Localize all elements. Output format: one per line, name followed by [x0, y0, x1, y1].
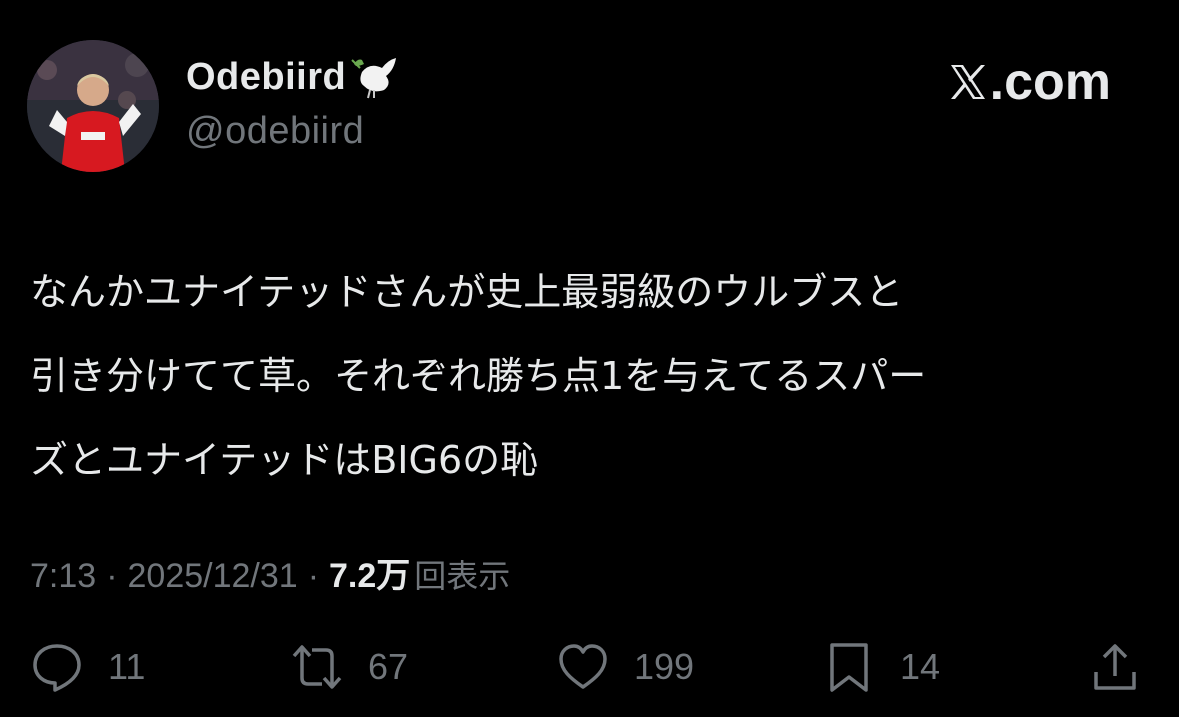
avatar-photo: [27, 40, 159, 172]
tweet-date[interactable]: 2025/12/31: [128, 557, 298, 596]
tweet-meta: 7:13 · 2025/12/31 · 7.2万 回表示: [30, 548, 510, 597]
bookmark-icon: [830, 643, 868, 692]
tweet-text: なんかユナイテッドさんが史上最弱級のウルブスと 引き分けてて草。それぞれ勝ち点1…: [30, 270, 927, 482]
like-count: 199: [634, 646, 695, 687]
dove-with-olive-branch-icon: [348, 54, 400, 100]
tweet-time[interactable]: 7:13: [30, 557, 96, 596]
retweet-icon: [292, 645, 342, 689]
author-name-text: Odebiird: [186, 55, 347, 98]
bookmark-count: 14: [900, 646, 941, 687]
meta-separator: ·: [307, 557, 320, 595]
brand-domain-text: .com: [989, 53, 1111, 111]
reply-button[interactable]: 11: [30, 640, 145, 694]
share-icon: [1094, 644, 1136, 690]
avatar[interactable]: [27, 40, 159, 172]
x-logo-icon: [950, 65, 985, 99]
views-label: 回表示: [414, 557, 511, 595]
brand-watermark: .com: [948, 52, 1111, 112]
share-button[interactable]: [1088, 640, 1142, 694]
heart-icon: [559, 644, 607, 689]
retweet-count: 67: [368, 646, 409, 687]
like-button[interactable]: 199: [556, 640, 694, 694]
reply-icon: [33, 644, 81, 692]
author-display-name[interactable]: Odebiird: [186, 54, 400, 100]
bookmark-button[interactable]: 14: [822, 640, 940, 694]
action-bar: 11 67 199 14: [0, 640, 1179, 700]
retweet-button[interactable]: 67: [290, 640, 408, 694]
reply-count: 11: [108, 646, 146, 687]
meta-separator: ·: [106, 557, 118, 595]
author-handle[interactable]: @odebiird: [186, 110, 364, 153]
views-count: 7.2万: [329, 557, 411, 595]
